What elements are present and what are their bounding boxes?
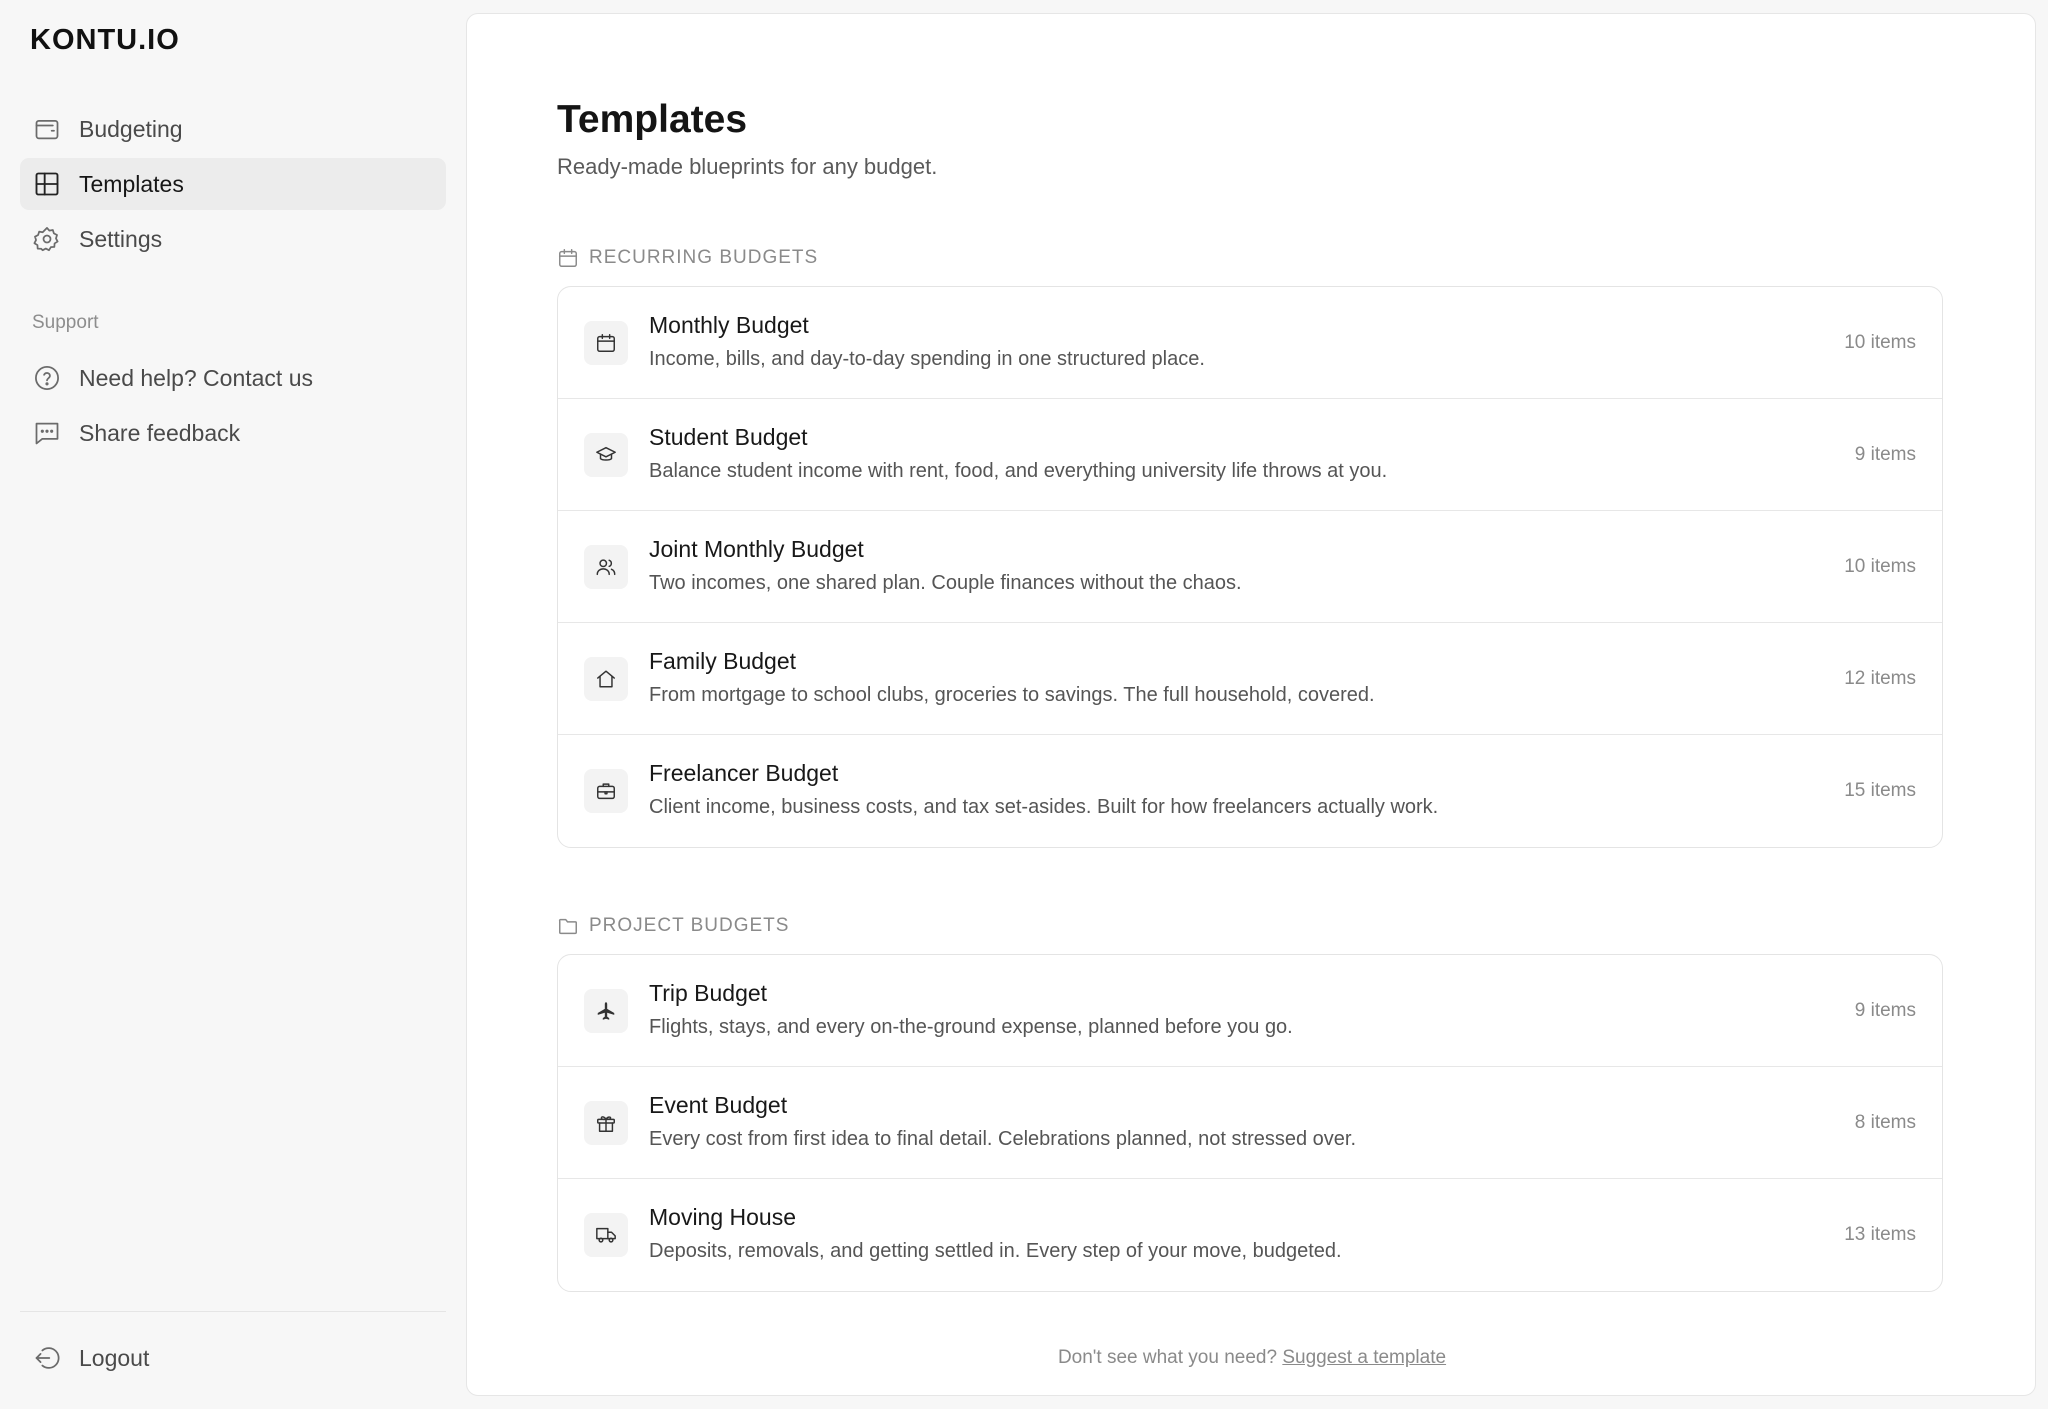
sidebar-divider bbox=[20, 1311, 446, 1312]
sidebar-item-label: Settings bbox=[79, 225, 163, 252]
template-title: Event Budget bbox=[649, 1092, 788, 1118]
template-item-count: 10 items bbox=[1844, 332, 1916, 353]
sidebar-item-label: Need help? Contact us bbox=[79, 364, 313, 391]
sidebar-item-label: Templates bbox=[79, 170, 184, 197]
template-item-count: 15 items bbox=[1844, 780, 1916, 801]
sidebar-item-templates[interactable]: Templates bbox=[20, 158, 446, 210]
template-description: Client income, business costs, and tax s… bbox=[649, 796, 1439, 818]
support-nav: Need help? Contact us Share feedback bbox=[20, 352, 446, 462]
folder-icon bbox=[558, 918, 577, 935]
app: KONTU.IO Budgeting Templates Settings Su… bbox=[0, 0, 2048, 1409]
template-row-family-budget[interactable]: Family Budget From mortgage to school cl… bbox=[558, 623, 1942, 735]
sidebar-item-feedback[interactable]: Share feedback bbox=[20, 407, 446, 459]
template-title: Family Budget bbox=[649, 648, 797, 674]
briefcase-icon bbox=[597, 783, 615, 800]
page-title: Templates bbox=[557, 98, 748, 141]
template-item-count: 9 items bbox=[1854, 1000, 1916, 1021]
template-item-count: 12 items bbox=[1844, 668, 1916, 689]
section-heading-label: PROJECT BUDGETS bbox=[589, 915, 790, 936]
truck-icon bbox=[596, 1227, 616, 1243]
sidebar-item-contact[interactable]: Need help? Contact us bbox=[20, 352, 446, 404]
users-icon bbox=[596, 559, 616, 576]
sidebar-item-label: Budgeting bbox=[79, 115, 183, 142]
template-description: From mortgage to school clubs, groceries… bbox=[649, 684, 1375, 706]
template-item-count: 13 items bbox=[1844, 1224, 1916, 1245]
template-title: Student Budget bbox=[649, 424, 808, 450]
template-item-count: 10 items bbox=[1844, 556, 1916, 577]
gift-icon bbox=[597, 1116, 615, 1132]
template-row-trip-budget[interactable]: Trip Budget Flights, stays, and every on… bbox=[558, 955, 1942, 1067]
template-description: Every cost from first idea to final deta… bbox=[649, 1128, 1357, 1150]
suggest-template-link[interactable]: Suggest a template bbox=[1282, 1347, 1446, 1368]
sidebar: KONTU.IO Budgeting Templates Settings Su… bbox=[0, 0, 466, 1409]
footer-note: Don't see what you need? Suggest a templ… bbox=[467, 1347, 2037, 1369]
footer-text: Don't see what you need? bbox=[1057, 1347, 1278, 1368]
sidebar-item-settings[interactable]: Settings bbox=[20, 213, 446, 265]
sidebar-item-label: Share feedback bbox=[79, 419, 241, 446]
message-icon bbox=[35, 422, 59, 445]
template-row-monthly-budget[interactable]: Monthly Budget Income, bills, and day-to… bbox=[558, 287, 1942, 399]
main-panel: Templates Ready-made blueprints for any … bbox=[466, 13, 2036, 1396]
template-item-count: 8 items bbox=[1854, 1112, 1916, 1133]
template-description: Balance student income with rent, food, … bbox=[649, 460, 1388, 482]
support-heading: Support bbox=[32, 312, 99, 333]
calendar-icon bbox=[559, 249, 577, 267]
template-title: Trip Budget bbox=[649, 980, 768, 1006]
section-heading-recurring: RECURRING BUDGETS bbox=[557, 247, 818, 269]
graduation-cap-icon bbox=[596, 446, 616, 461]
template-description: Deposits, removals, and getting settled … bbox=[649, 1240, 1342, 1262]
bottom-nav: Logout bbox=[20, 1332, 446, 1387]
template-row-joint-monthly-budget[interactable]: Joint Monthly Budget Two incomes, one sh… bbox=[558, 511, 1942, 623]
gear-icon bbox=[33, 227, 59, 252]
template-description: Income, bills, and day-to-day spending i… bbox=[649, 348, 1205, 370]
template-description: Two incomes, one shared plan. Couple fin… bbox=[649, 572, 1242, 594]
sidebar-item-budgeting[interactable]: Budgeting bbox=[20, 103, 446, 155]
template-title: Freelancer Budget bbox=[649, 760, 839, 786]
logout-label: Logout bbox=[79, 1344, 150, 1371]
logo: KONTU.IO bbox=[30, 24, 180, 56]
grid-icon bbox=[35, 172, 59, 196]
template-title: Joint Monthly Budget bbox=[649, 536, 864, 562]
logout-icon bbox=[35, 1347, 60, 1369]
template-row-moving-house[interactable]: Moving House Deposits, removals, and get… bbox=[558, 1179, 1942, 1291]
template-row-student-budget[interactable]: Student Budget Balance student income wi… bbox=[558, 399, 1942, 511]
section-heading-label: RECURRING BUDGETS bbox=[589, 247, 819, 268]
template-title: Monthly Budget bbox=[649, 312, 809, 338]
house-icon bbox=[597, 670, 615, 688]
template-list-project: Trip Budget Flights, stays, and every on… bbox=[557, 954, 1943, 1292]
template-list-recurring: Monthly Budget Income, bills, and day-to… bbox=[557, 286, 1943, 848]
template-row-freelancer-budget[interactable]: Freelancer Budget Client income, busines… bbox=[558, 735, 1942, 847]
calendar-icon bbox=[597, 334, 615, 352]
plane-icon bbox=[597, 1002, 615, 1020]
page-subtitle: Ready-made blueprints for any budget. bbox=[557, 154, 938, 179]
wallet-icon bbox=[35, 119, 59, 140]
template-description: Flights, stays, and every on-the-ground … bbox=[649, 1016, 1293, 1038]
section-heading-project: PROJECT BUDGETS bbox=[557, 915, 789, 937]
logout-button[interactable]: Logout bbox=[20, 1332, 446, 1384]
main-nav: Budgeting Templates Settings bbox=[20, 103, 446, 268]
help-circle-icon bbox=[35, 366, 59, 390]
template-title: Moving House bbox=[649, 1204, 797, 1230]
template-row-event-budget[interactable]: Event Budget Every cost from first idea … bbox=[558, 1067, 1942, 1179]
template-item-count: 9 items bbox=[1854, 444, 1916, 465]
